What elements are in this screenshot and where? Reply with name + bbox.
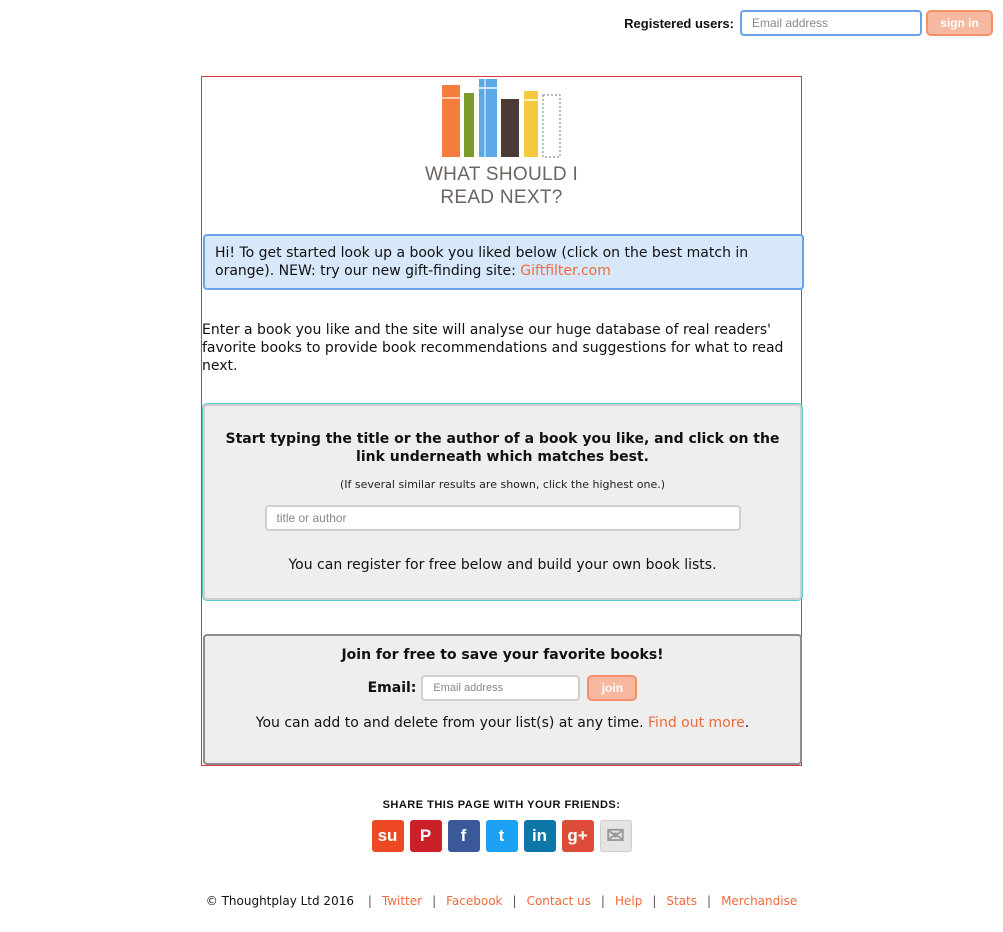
giftfilter-link[interactable]: Giftfilter.com [520, 263, 611, 279]
logo-line-2: READ NEXT? [440, 187, 563, 208]
footer-separator: | [512, 894, 517, 908]
join-form: Email: join [205, 675, 800, 701]
join-panel: Join for free to save your favorite book… [203, 634, 802, 765]
footer: © Thoughtplay Ltd 2016 | Twitter | Facebook… [0, 894, 1003, 908]
facebook-icon[interactable]: f [447, 820, 480, 852]
book-search-panel: Start typing the title or the author of … [202, 403, 803, 601]
welcome-banner: Hi! To get started look up a book you li… [203, 234, 804, 290]
share-section: SHARE THIS PAGE WITH YOUR FRIENDS: su Pf t… [0, 799, 1003, 852]
footer-separator: | [707, 894, 712, 908]
footer-link-stats[interactable]: Stats [666, 894, 697, 908]
sign-in-button[interactable]: sign in [926, 10, 993, 36]
join-heading: Join for free to save your favorite book… [341, 647, 664, 663]
logo-line-1: WHAT SHOULD I [424, 164, 579, 185]
registered-users-label: Registered users: [624, 15, 734, 31]
linkedin-icon[interactable]: in [523, 820, 556, 852]
logo-text: WHAT SHOULD I READ NEXT? [202, 163, 801, 209]
footer-link-contact-us[interactable]: Contact us [527, 894, 591, 908]
join-info-end: . [744, 715, 750, 731]
search-note: (If several similar results are shown, c… [339, 478, 666, 491]
register-text: You can register for free below and buil… [288, 557, 717, 573]
share-icons: su Pf t in g+ ✉ [0, 820, 1003, 852]
welcome-text: Hi! To get started look up a book you li… [215, 245, 749, 279]
intro-text: Enter a book you like and the site will … [202, 322, 784, 374]
join-info-text: You can add to and delete from your list… [255, 715, 649, 731]
footer-link-merchandise[interactable]: Merchandise [721, 894, 797, 908]
join-button[interactable]: join [587, 675, 638, 701]
footer-separator: | [367, 894, 372, 908]
email-icon[interactable]: ✉ [599, 820, 632, 852]
stumbleupon-icon[interactable]: su [371, 820, 404, 852]
books-logo-icon [442, 79, 561, 158]
share-title: SHARE THIS PAGE WITH YOUR FRIENDS: [382, 799, 621, 811]
pinterest-icon[interactable]: P [409, 820, 442, 852]
main-container: WHAT SHOULD I READ NEXT? Hi! To get star… [201, 76, 804, 766]
footer-link-facebook[interactable]: Facebook [446, 894, 502, 908]
join-email-input[interactable] [421, 675, 581, 701]
footer-separator: | [600, 894, 605, 908]
join-email-label: Email: [367, 680, 417, 696]
footer-link-help[interactable]: Help [615, 894, 642, 908]
login-email-input[interactable] [740, 10, 922, 36]
join-info: You can add to and delete from your list… [205, 715, 800, 731]
find-out-more-link[interactable]: Find out more [648, 715, 745, 731]
site-logo[interactable]: WHAT SHOULD I READ NEXT? [202, 77, 801, 217]
footer-separator: | [432, 894, 437, 908]
copyright: © Thoughtplay Ltd 2016 [205, 894, 354, 908]
book-search-input[interactable] [264, 505, 741, 531]
search-heading: Start typing the title or the author of … [225, 431, 780, 465]
footer-separator: | [652, 894, 657, 908]
twitter-icon[interactable]: t [485, 820, 518, 852]
login-bar: Registered users: sign in [624, 10, 993, 36]
googleplus-icon[interactable]: g+ [561, 820, 594, 852]
footer-link-twitter[interactable]: Twitter [382, 894, 422, 908]
